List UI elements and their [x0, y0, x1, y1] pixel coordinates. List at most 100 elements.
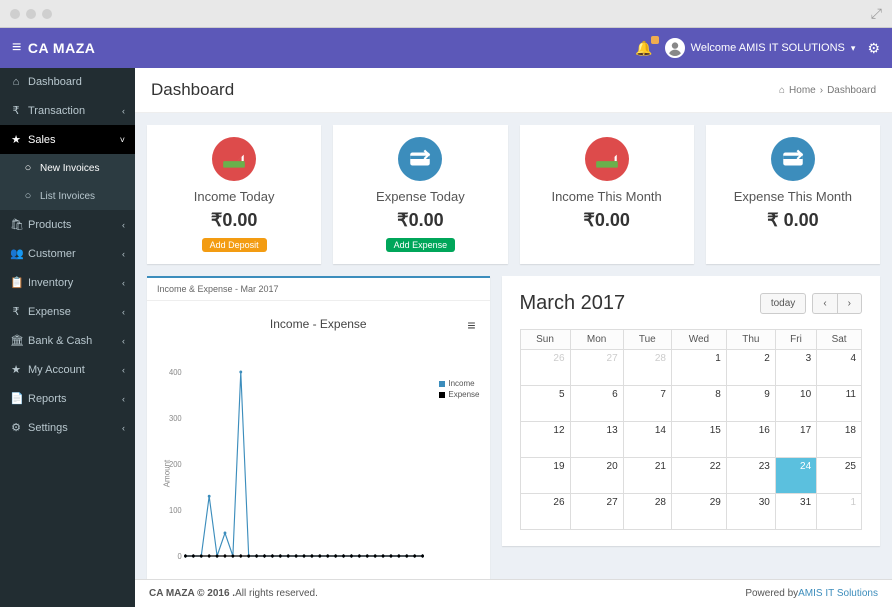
chart-legend: Income Expense [439, 379, 479, 401]
calendar-cell[interactable]: 18 [817, 422, 862, 458]
settings-gears[interactable]: ⚙ [867, 40, 880, 57]
calendar-next-button[interactable]: › [837, 293, 862, 314]
calendar-cell[interactable]: 9 [726, 386, 775, 422]
nav-icon: 📄 [10, 392, 22, 405]
chevron-icon: ‹ [122, 394, 125, 404]
home-icon: ⌂ [779, 85, 785, 96]
hamburger-icon[interactable]: ≡ [12, 39, 22, 57]
nav-icon: ⚙ [10, 421, 22, 434]
calendar-cell[interactable]: 10 [775, 386, 816, 422]
chart-menu-icon[interactable]: ≡ [467, 317, 475, 333]
sidebar-item[interactable]: ★My Account‹ [0, 355, 135, 384]
chevron-icon: ‹ [122, 423, 125, 433]
calendar-cell[interactable]: 4 [817, 350, 862, 386]
nav-label: Settings [28, 422, 68, 434]
calendar-cell[interactable]: 13 [570, 422, 623, 458]
nav-label: Sales [28, 134, 56, 146]
nav-icon: ○ [22, 162, 34, 174]
card-action-button[interactable]: Add Deposit [202, 238, 267, 252]
stat-card: Expense This Month₹ 0.00 [706, 125, 880, 264]
calendar-cell[interactable]: 6 [570, 386, 623, 422]
calendar-title: March 2017 [520, 292, 626, 315]
nav-label: My Account [28, 364, 85, 376]
user-menu[interactable]: Welcome AMIS IT SOLUTIONS ▾ [665, 38, 856, 58]
nav-label: Expense [28, 306, 71, 318]
sidebar-item[interactable]: ⌂Dashboard [0, 68, 135, 96]
calendar-day-header: Wed [671, 330, 726, 350]
welcome-text: Welcome AMIS IT SOLUTIONS [691, 42, 845, 54]
calendar-cell[interactable]: 11 [817, 386, 862, 422]
brand[interactable]: ≡ CA MAZA [12, 39, 95, 57]
notifications-button[interactable]: 🔔 [635, 40, 652, 57]
chart-canvas: 0100200300400123456789101112131415161718… [157, 339, 480, 579]
card-amount: ₹0.00 [155, 210, 313, 231]
calendar-cell[interactable]: 27 [570, 350, 623, 386]
card-icon [212, 137, 256, 181]
chevron-icon: ‹ [122, 365, 125, 375]
calendar-cell[interactable]: 23 [726, 458, 775, 494]
chart-title: Income - Expense [157, 317, 480, 331]
sidebar-item[interactable]: ★Sales˅ [0, 125, 135, 154]
calendar-cell[interactable]: 2 [726, 350, 775, 386]
calendar-cell[interactable]: 7 [623, 386, 671, 422]
footer-powered: Powered by [745, 588, 798, 599]
calendar-cell[interactable]: 22 [671, 458, 726, 494]
content: Dashboard ⌂ Home › Dashboard Income Toda… [135, 68, 892, 607]
calendar-day-header: Sat [817, 330, 862, 350]
calendar-cell[interactable]: 19 [520, 458, 570, 494]
sidebar-item[interactable]: 🏛Bank & Cash‹ [0, 326, 135, 355]
calendar-cell[interactable]: 21 [623, 458, 671, 494]
sidebar-subitem[interactable]: ○New Invoices [0, 154, 135, 182]
card-action-button[interactable]: Add Expense [386, 238, 456, 252]
calendar-prev-button[interactable]: ‹ [812, 293, 836, 314]
svg-text:400: 400 [169, 368, 182, 377]
calendar-cell[interactable]: 26 [520, 350, 570, 386]
calendar-today-button[interactable]: today [760, 293, 806, 314]
calendar-cell[interactable]: 1 [817, 494, 862, 530]
chart-tab[interactable]: Income & Expense - Mar 2017 [147, 276, 490, 301]
calendar-cell[interactable]: 27 [570, 494, 623, 530]
sidebar-subitem[interactable]: ○List Invoices [0, 182, 135, 210]
footer: CA MAZA © 2016 . All rights reserved. Po… [135, 579, 892, 607]
sidebar-item[interactable]: ₹Transaction‹ [0, 96, 135, 125]
footer-company-link[interactable]: AMIS IT Solutions [798, 588, 878, 599]
bell-badge [651, 36, 659, 44]
chevron-icon: ‹ [122, 307, 125, 317]
calendar-cell[interactable]: 31 [775, 494, 816, 530]
calendar-cell[interactable]: 5 [520, 386, 570, 422]
nav-icon: 🏛 [10, 334, 22, 347]
calendar-cell[interactable]: 30 [726, 494, 775, 530]
sidebar-item[interactable]: ₹Expense‹ [0, 297, 135, 326]
calendar-cell[interactable]: 1 [671, 350, 726, 386]
nav-icon: 👥 [10, 247, 22, 260]
calendar-cell[interactable]: 24 [775, 458, 816, 494]
expand-icon[interactable]: ⤢ [871, 5, 882, 22]
calendar-cell[interactable]: 17 [775, 422, 816, 458]
calendar-cell[interactable]: 12 [520, 422, 570, 458]
chevron-icon: ‹ [122, 336, 125, 346]
calendar-cell[interactable]: 28 [623, 494, 671, 530]
calendar-grid: SunMonTueWedThuFriSat 262728123456789101… [520, 329, 863, 530]
card-amount: ₹ 0.00 [714, 210, 872, 231]
sidebar-item[interactable]: 🛍Products‹ [0, 210, 135, 239]
calendar-cell[interactable]: 20 [570, 458, 623, 494]
breadcrumb-home[interactable]: Home [789, 85, 816, 96]
calendar-cell[interactable]: 29 [671, 494, 726, 530]
calendar-cell[interactable]: 16 [726, 422, 775, 458]
card-title: Expense Today [341, 189, 499, 204]
chevron-icon: ‹ [122, 106, 125, 116]
calendar-cell[interactable]: 15 [671, 422, 726, 458]
calendar-cell[interactable]: 25 [817, 458, 862, 494]
calendar-cell[interactable]: 26 [520, 494, 570, 530]
sidebar: ⌂Dashboard₹Transaction‹★Sales˅○New Invoi… [0, 68, 135, 607]
sidebar-item[interactable]: 👥Customer‹ [0, 239, 135, 268]
calendar-cell[interactable]: 3 [775, 350, 816, 386]
chrome-dot [26, 9, 36, 19]
calendar-cell[interactable]: 14 [623, 422, 671, 458]
chevron-icon: ˅ [120, 135, 125, 145]
calendar-cell[interactable]: 8 [671, 386, 726, 422]
sidebar-item[interactable]: ⚙ Settings ‹ [0, 413, 135, 442]
sidebar-item[interactable]: 📄Reports‹ [0, 384, 135, 413]
calendar-cell[interactable]: 28 [623, 350, 671, 386]
sidebar-item[interactable]: 📋Inventory‹ [0, 268, 135, 297]
